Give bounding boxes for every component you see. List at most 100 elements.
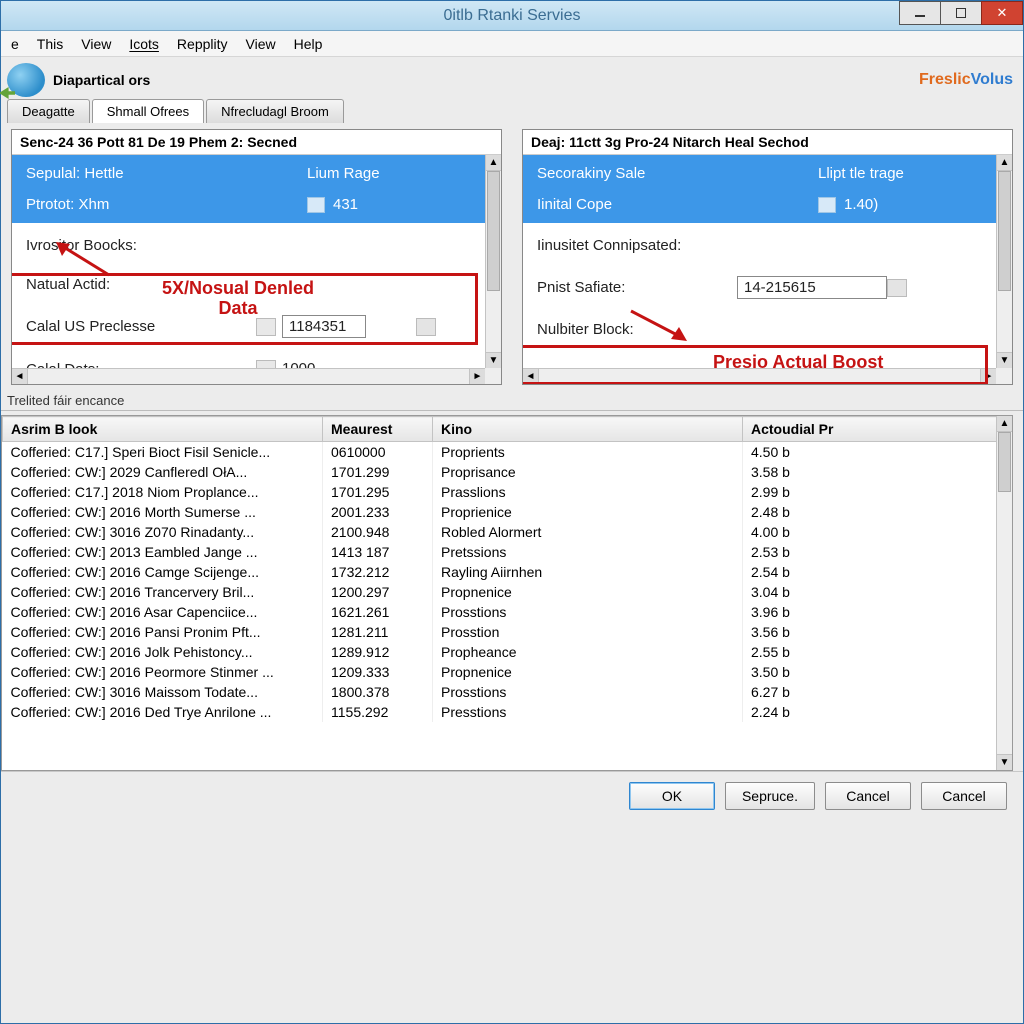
- hscrollbar[interactable]: ◄►: [12, 368, 485, 384]
- scroll-corner: [996, 368, 1012, 384]
- table-row[interactable]: Cofferied: C17.] 2018 Niom Proplance...1…: [3, 482, 1012, 502]
- col-header[interactable]: Meaurest: [323, 417, 433, 442]
- menu-item[interactable]: e: [11, 36, 19, 52]
- scroll-thumb[interactable]: [998, 432, 1011, 492]
- table-cell: 6.27 b: [743, 682, 1012, 702]
- table-row[interactable]: Cofferied: CW:] 3016 Z070 Rinadanty...21…: [3, 522, 1012, 542]
- table-cell: 2.99 b: [743, 482, 1012, 502]
- hdr-key: Ptrotot: Xhm: [26, 196, 307, 213]
- table-cell: 3.56 b: [743, 622, 1012, 642]
- panels-row: Senc-24 36 Pott 81 De 19 Phem 2: Secned …: [1, 123, 1023, 391]
- table-row[interactable]: Cofferied: CW:] 2016 Camge Scijenge...17…: [3, 562, 1012, 582]
- table-row[interactable]: Cofferied: CW:] 2016 Pansi Pronim Pft...…: [3, 622, 1012, 642]
- section-title: Diapartical ors: [53, 72, 150, 88]
- hdr-val: Lium Rage: [307, 165, 487, 182]
- table-row[interactable]: Cofferied: CW:] 2016 Trancervery Bril...…: [3, 582, 1012, 602]
- table-row[interactable]: Cofferied: C17.] Speri Bioct Fisil Senic…: [3, 442, 1012, 463]
- left-blue-header: Sepulal: Hettle Lium Rage Ptrotot: Xhm 4…: [12, 155, 501, 223]
- table-cell: Cofferied: CW:] 2016 Trancervery Bril...: [3, 582, 323, 602]
- table-cell: Propnenice: [433, 662, 743, 682]
- scroll-thumb[interactable]: [998, 171, 1011, 291]
- table-cell: 4.50 b: [743, 442, 1012, 463]
- table-cell: 2.48 b: [743, 502, 1012, 522]
- table-row[interactable]: Cofferied: CW:] 2013 Eambled Jange ...14…: [3, 542, 1012, 562]
- scroll-thumb[interactable]: [487, 171, 500, 291]
- tab-nfrecludagl[interactable]: Nfrecludagl Broom: [206, 99, 344, 123]
- menu-item[interactable]: This: [37, 36, 63, 52]
- field-value[interactable]: 14-215615: [737, 276, 887, 299]
- maximize-button[interactable]: [940, 1, 982, 25]
- table-cell: 2.24 b: [743, 702, 1012, 722]
- table-cell: Prosstions: [433, 602, 743, 622]
- table-cell: Propheance: [433, 642, 743, 662]
- arrow-icon: [623, 305, 693, 345]
- left-panel-body: Sepulal: Hettle Lium Rage Ptrotot: Xhm 4…: [12, 155, 501, 384]
- menu-item[interactable]: View: [246, 36, 276, 52]
- table-cell: Cofferied: CW:] 2016 Ded Trye Anrilone .…: [3, 702, 323, 722]
- table-cell: Proprienice: [433, 502, 743, 522]
- vscrollbar[interactable]: ▲▼: [996, 416, 1012, 770]
- minimize-button[interactable]: [899, 1, 941, 25]
- table-cell: 2.54 b: [743, 562, 1012, 582]
- left-panel-title: Senc-24 36 Pott 81 De 19 Phem 2: Secned: [12, 130, 501, 155]
- vscrollbar[interactable]: ▲▼: [485, 155, 501, 368]
- table-cell: Cofferied: CW:] 2016 Camge Scijenge...: [3, 562, 323, 582]
- cancel-button[interactable]: Cancel: [825, 782, 911, 810]
- table-row[interactable]: Cofferied: CW:] 2016 Jolk Pehistoncy...1…: [3, 642, 1012, 662]
- table-cell: 2100.948: [323, 522, 433, 542]
- table-row[interactable]: Cofferied: CW:] 2016 Morth Sumerse ...20…: [3, 502, 1012, 522]
- doc-icon: [307, 197, 325, 213]
- table-cell: 1155.292: [323, 702, 433, 722]
- table-cell: 1732.212: [323, 562, 433, 582]
- menu-item[interactable]: Icots: [129, 36, 159, 52]
- table-cell: Cofferied: CW:] 3016 Z070 Rinadanty...: [3, 522, 323, 542]
- table-cell: 1289.912: [323, 642, 433, 662]
- hdr-key: Sepulal: Hettle: [26, 165, 307, 182]
- ok-button[interactable]: OK: [629, 782, 715, 810]
- table-cell: Cofferied: CW:] 2016 Jolk Pehistoncy...: [3, 642, 323, 662]
- table-cell: Prosstion: [433, 622, 743, 642]
- table-cell: Cofferied: CW:] 2016 Morth Sumerse ...: [3, 502, 323, 522]
- table-cell: Propnenice: [433, 582, 743, 602]
- table-cell: 1621.261: [323, 602, 433, 622]
- menu-bar: e This View Icots Repplity View Help: [1, 31, 1023, 57]
- table-cell: 3.96 b: [743, 602, 1012, 622]
- vscrollbar[interactable]: ▲▼: [996, 155, 1012, 368]
- cancel-button-2[interactable]: Cancel: [921, 782, 1007, 810]
- table-row[interactable]: Cofferied: CW:] 2029 Canfleredl OłA...17…: [3, 462, 1012, 482]
- menu-item[interactable]: View: [81, 36, 111, 52]
- table-cell: Cofferied: CW:] 2029 Canfleredl OłA...: [3, 462, 323, 482]
- tab-deagatte[interactable]: Deagatte: [7, 99, 90, 123]
- table-row[interactable]: Cofferied: CW:] 2016 Asar Capenciice...1…: [3, 602, 1012, 622]
- table-cell: Prosstions: [433, 682, 743, 702]
- table-row[interactable]: Cofferied: CW:] 3016 Maissom Todate...18…: [3, 682, 1012, 702]
- table-cell: 1701.299: [323, 462, 433, 482]
- sepruce-button[interactable]: Sepruce.: [725, 782, 815, 810]
- right-blue-header: Secorakiny Sale Llipt tle trage Iinital …: [523, 155, 1012, 223]
- header-row: Diapartical ors FreslicVolus: [1, 57, 1023, 99]
- table-cell: 3.58 b: [743, 462, 1012, 482]
- menu-item[interactable]: Repplity: [177, 36, 228, 52]
- table-cell: 1281.211: [323, 622, 433, 642]
- table-cell: Cofferied: CW:] 3016 Maissom Todate...: [3, 682, 323, 702]
- left-panel: Senc-24 36 Pott 81 De 19 Phem 2: Secned …: [11, 129, 502, 385]
- col-header[interactable]: Kino: [433, 417, 743, 442]
- system-buttons: ✕: [900, 1, 1023, 25]
- tab-shmall-ofrees[interactable]: Shmall Ofrees: [92, 99, 204, 123]
- table-row[interactable]: Cofferied: CW:] 2016 Ded Trye Anrilone .…: [3, 702, 1012, 722]
- col-header[interactable]: Actoudial Pr: [743, 417, 1012, 442]
- right-panel: Deaj: 11ctt 3g Pro-24 Nitarch Heal Secho…: [522, 129, 1013, 385]
- table-cell: 1209.333: [323, 662, 433, 682]
- hdr-key: Iinital Cope: [537, 196, 818, 213]
- results-table: Asrim B look Meaurest Kino Actoudial Pr …: [2, 416, 1012, 722]
- branding: FreslicVolus: [919, 71, 1013, 89]
- menu-item[interactable]: Help: [294, 36, 323, 52]
- table-cell: Cofferied: C17.] 2018 Niom Proplance...: [3, 482, 323, 502]
- close-button[interactable]: ✕: [981, 1, 1023, 25]
- table-cell: Cofferied: CW:] 2016 Peormore Stinmer ..…: [3, 662, 323, 682]
- table-row[interactable]: Cofferied: CW:] 2016 Peormore Stinmer ..…: [3, 662, 1012, 682]
- col-header[interactable]: Asrim B look: [3, 417, 323, 442]
- aux-button[interactable]: [887, 279, 907, 297]
- table-cell: Cofferied: C17.] Speri Bioct Fisil Senic…: [3, 442, 323, 463]
- table-cell: Cofferied: CW:] 2016 Pansi Pronim Pft...: [3, 622, 323, 642]
